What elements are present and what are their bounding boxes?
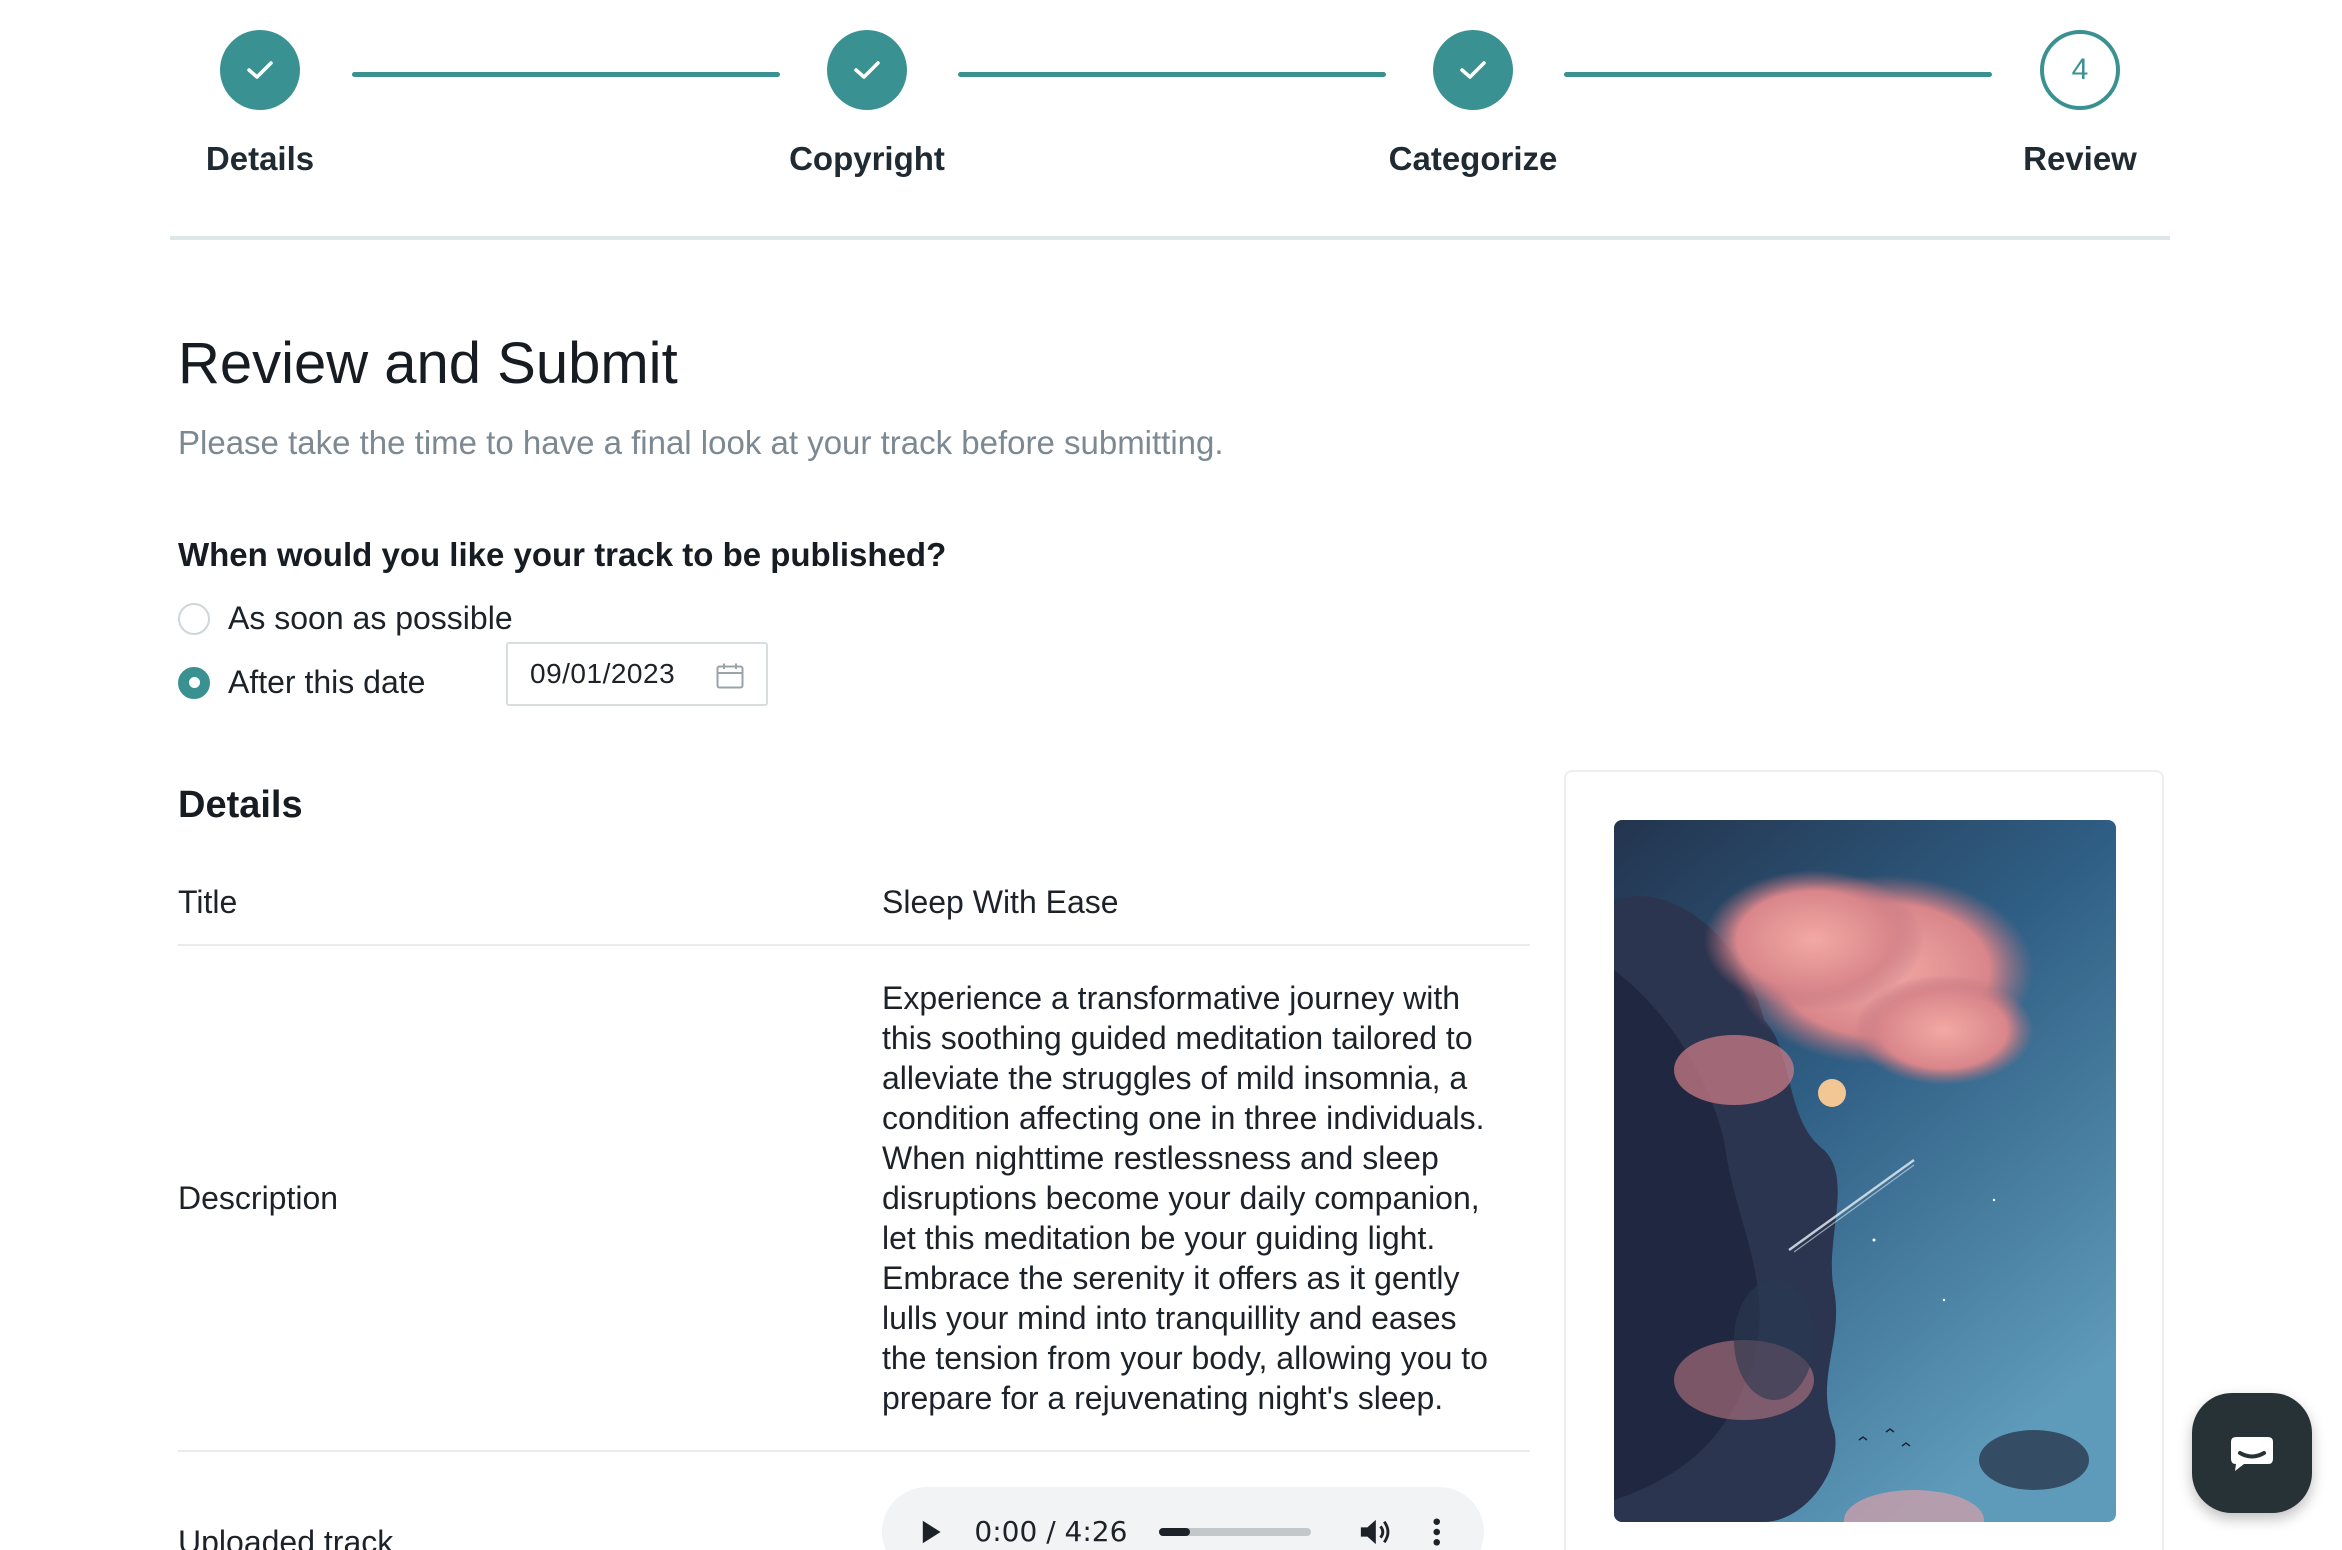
step-review[interactable]: 4 Review <box>1930 30 2230 178</box>
details-table: Title Sleep With Ease Description Experi… <box>178 860 1530 1550</box>
page-title: Review and Submit <box>178 331 678 396</box>
more-vertical-icon[interactable] <box>1432 1517 1440 1547</box>
title-label: Title <box>178 883 238 920</box>
audio-progress-fill <box>1159 1528 1190 1536</box>
description-value: Experience a transformative journey with… <box>882 980 1488 1416</box>
description-label: Description <box>178 1179 339 1216</box>
radio-label: As soon as possible <box>228 600 513 636</box>
step-label: Review <box>2023 140 2137 177</box>
step-complete-indicator <box>827 30 907 110</box>
publish-option-asap[interactable]: As soon as possible <box>178 600 513 637</box>
volume-icon[interactable] <box>1359 1516 1391 1548</box>
publish-date-value: 09/01/2023 <box>530 658 676 689</box>
step-connector-1 <box>352 72 780 77</box>
step-label: Categorize <box>1388 140 1558 177</box>
check-icon <box>854 61 880 79</box>
publish-option-after-date[interactable]: After this date <box>178 664 425 701</box>
cover-art-card <box>1564 770 2164 1550</box>
step-connector-2 <box>958 72 1386 77</box>
detail-row-track: Uploaded track 0:00 / 4:26 <box>178 1452 1530 1550</box>
step-connector-3 <box>1564 72 1992 77</box>
calendar-icon[interactable] <box>716 663 744 689</box>
cover-art-illustration <box>1614 820 2116 1522</box>
detail-row-title: Title Sleep With Ease <box>178 860 1530 946</box>
step-number-indicator: 4 <box>2040 30 2120 110</box>
page-subtitle: Please take the time to have a final loo… <box>178 424 1224 461</box>
step-copyright[interactable]: Copyright <box>717 30 1017 178</box>
track-value: 0:00 / 4:26 <box>882 1467 1502 1550</box>
chat-launcher-button[interactable] <box>2192 1393 2312 1513</box>
check-icon <box>247 61 273 79</box>
audio-progress-bar[interactable] <box>1159 1528 1311 1536</box>
radio-asap[interactable] <box>178 602 210 635</box>
radio-after-date[interactable] <box>178 666 210 699</box>
audio-time: 0:00 / 4:26 <box>974 1515 1128 1548</box>
detail-row-description: Description Experience a transformative … <box>178 946 1530 1452</box>
details-section-title: Details <box>178 784 303 826</box>
track-label: Uploaded track <box>178 1523 394 1550</box>
step-label: Details <box>205 140 315 177</box>
chat-icon <box>2231 1437 2273 1471</box>
publish-date-input[interactable]: 09/01/2023 <box>506 642 768 706</box>
title-value: Sleep With Ease <box>882 884 1119 920</box>
play-icon[interactable] <box>920 1518 942 1546</box>
step-label: Copyright <box>789 140 945 177</box>
radio-label: After this date <box>228 664 426 700</box>
progress-stepper: Details Copyright Categorize 4 Review <box>170 0 2170 240</box>
step-categorize[interactable]: Categorize <box>1323 30 1623 178</box>
publish-question: When would you like your track to be pub… <box>178 536 947 573</box>
step-complete-indicator <box>220 30 300 110</box>
step-details[interactable]: Details <box>110 30 410 178</box>
check-icon <box>1460 61 1486 79</box>
audio-player[interactable]: 0:00 / 4:26 <box>882 1487 1484 1550</box>
cover-art-image <box>1614 820 2116 1522</box>
step-complete-indicator <box>1433 30 1513 110</box>
